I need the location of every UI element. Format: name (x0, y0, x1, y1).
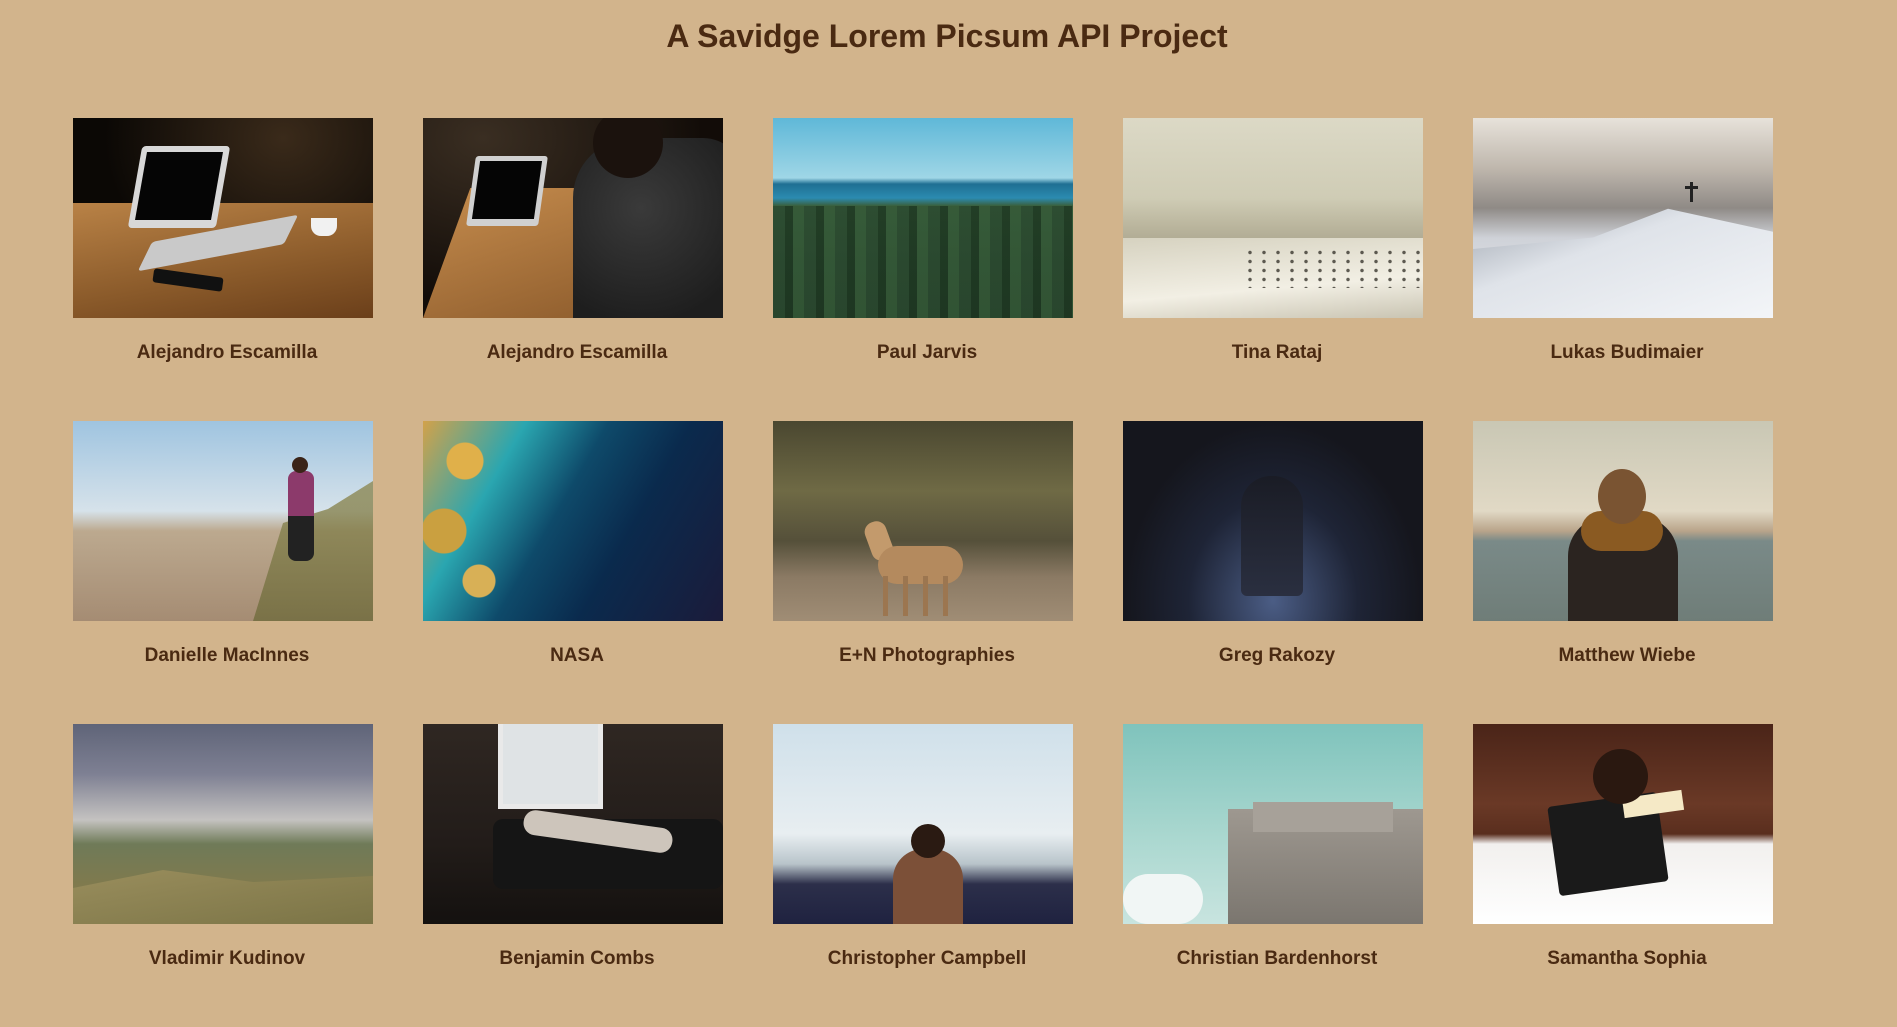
photo-author: E+N Photographies (839, 645, 1015, 666)
photo-image[interactable] (423, 421, 723, 621)
photo-card[interactable]: Samantha Sophia (1473, 724, 1773, 1027)
photo-image[interactable] (773, 421, 1073, 621)
photo-card[interactable]: Greg Rakozy (1123, 421, 1423, 724)
photo-card[interactable]: Vladimir Kudinov (73, 724, 373, 1027)
photo-author: Christopher Campbell (827, 948, 1027, 969)
photo-card[interactable]: Christopher Campbell (773, 724, 1073, 1027)
photo-author: NASA (550, 645, 604, 666)
photo-image[interactable] (73, 118, 373, 318)
photo-card[interactable]: Tina Rataj (1123, 118, 1423, 421)
photo-image[interactable] (73, 724, 373, 924)
photo-author: Matthew Wiebe (1558, 645, 1696, 666)
photo-card[interactable]: E+N Photographies (773, 421, 1073, 724)
photo-image[interactable] (73, 421, 373, 621)
photo-card[interactable]: Paul Jarvis (773, 118, 1073, 421)
photo-image[interactable] (1473, 118, 1773, 318)
photo-author: Christian Bardenhorst (1176, 948, 1378, 969)
photo-image[interactable] (1473, 724, 1773, 924)
photo-author: Danielle MacInnes (144, 645, 310, 666)
photo-image[interactable] (1123, 724, 1423, 924)
photo-image[interactable] (1473, 421, 1773, 621)
photo-image[interactable] (773, 724, 1073, 924)
photo-author: Greg Rakozy (1218, 645, 1336, 666)
photo-card[interactable]: NASA (423, 421, 723, 724)
photo-image[interactable] (423, 724, 723, 924)
photo-author: Alejandro Escamilla (486, 342, 668, 363)
page-title: A Savidge Lorem Picsum API Project (666, 18, 1228, 54)
photo-image[interactable] (1123, 421, 1423, 621)
photo-card[interactable]: Danielle MacInnes (73, 421, 373, 724)
photo-card[interactable]: Christian Bardenhorst (1123, 724, 1423, 1027)
photo-author: Paul Jarvis (876, 342, 978, 363)
photo-author: Alejandro Escamilla (136, 342, 318, 363)
photo-card[interactable]: Lukas Budimaier (1473, 118, 1773, 421)
photo-author: Samantha Sophia (1547, 948, 1707, 969)
photo-gallery: Alejandro Escamilla Alejandro Escamilla … (73, 118, 1773, 1027)
photo-image[interactable] (1123, 118, 1423, 318)
photo-card[interactable]: Alejandro Escamilla (423, 118, 723, 421)
photo-author: Benjamin Combs (499, 948, 655, 969)
photo-author: Vladimir Kudinov (148, 948, 306, 969)
photo-image[interactable] (423, 118, 723, 318)
photo-card[interactable]: Matthew Wiebe (1473, 421, 1773, 724)
photo-card[interactable]: Alejandro Escamilla (73, 118, 373, 421)
photo-author: Lukas Budimaier (1550, 342, 1704, 363)
photo-card[interactable]: Benjamin Combs (423, 724, 723, 1027)
photo-image[interactable] (773, 118, 1073, 318)
photo-author: Tina Rataj (1231, 342, 1323, 363)
